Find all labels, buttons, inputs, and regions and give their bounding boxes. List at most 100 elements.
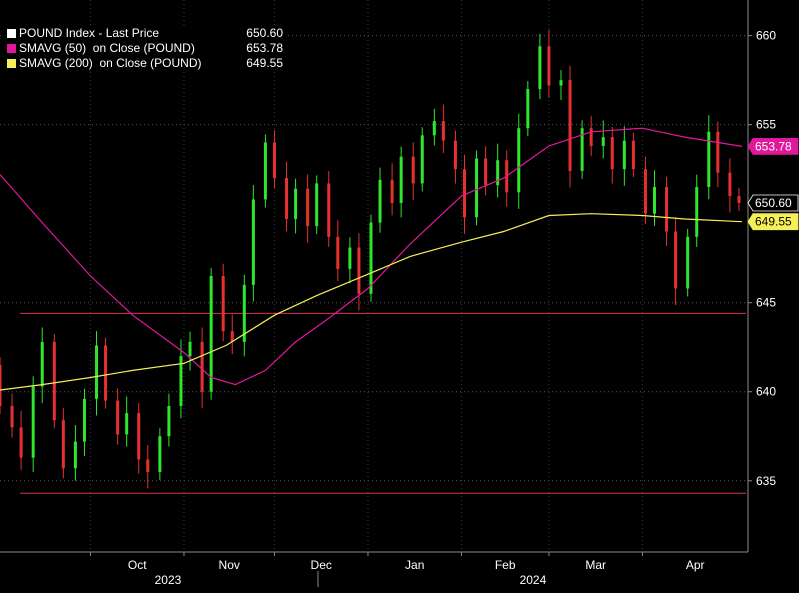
price-chart: 660 655 645 640 635 Oct Nov Dec Jan Feb Mar Apr 202…: [0, 0, 799, 593]
candle-body-69: [728, 172, 732, 196]
x-tick-label-dec: Dec: [311, 558, 332, 572]
candle-body-59: [622, 140, 626, 170]
legend-entry-sma50: SMAVG (50) on Close (POUND) 653.78: [7, 41, 283, 56]
price-tag-2: 649.55: [747, 213, 799, 231]
candle-body-46: [484, 158, 488, 186]
legend-swatch-sma200: [7, 59, 16, 68]
legend-entry-price: POUND Index - Last Price 650.60: [7, 26, 283, 41]
candle-body-12: [125, 413, 129, 435]
candle-body-4: [40, 341, 44, 387]
chart-background: [0, 0, 799, 593]
candle-body-13: [137, 413, 141, 460]
candle-body-29: [306, 188, 310, 227]
x-tick-label-apr: Apr: [686, 558, 705, 572]
x-tick-label-feb: Feb: [495, 558, 516, 572]
candle-body-10: [104, 345, 108, 401]
legend-value-price: 650.60: [246, 26, 283, 40]
x-tick-label-oct: Oct: [128, 558, 147, 572]
candle-body-9: [95, 345, 99, 399]
candle-body-34: [357, 247, 361, 294]
candle-body-45: [475, 158, 479, 218]
candle-body-57: [601, 137, 605, 147]
candle-body-25: [263, 142, 267, 200]
candle-body-15: [158, 436, 162, 472]
price-tag-label-1: 650.60: [755, 196, 792, 210]
candle-body-43: [453, 140, 457, 170]
candle-body-37: [390, 179, 394, 203]
candle-body-52: [547, 46, 551, 86]
year-label-2023: 2023: [155, 573, 182, 587]
legend-label-price: POUND Index - Last Price: [19, 26, 160, 40]
candle-body-24: [251, 199, 255, 285]
candle-body-5: [52, 341, 56, 421]
legend-swatch-sma50: [7, 44, 16, 53]
candle-body-18: [188, 341, 192, 357]
candle-body-16: [167, 405, 171, 437]
y-tick-label-645: 645: [756, 296, 776, 310]
candle-body-53: [559, 80, 563, 86]
candle-body-63: [665, 186, 669, 232]
x-tick-label-nov: Nov: [219, 558, 240, 572]
candle-body-2: [19, 427, 23, 458]
candle-body-41: [432, 121, 436, 136]
legend-value-sma50: 653.78: [246, 41, 283, 55]
candle-body-6: [61, 420, 65, 469]
y-tick-label-640: 640: [756, 385, 776, 399]
year-label-2024: 2024: [520, 573, 547, 587]
candle-body-56: [589, 128, 593, 147]
price-tag-label-0: 653.78: [755, 139, 792, 153]
x-tick-label-mar: Mar: [585, 558, 606, 572]
price-tag-1: 650.60: [747, 194, 799, 212]
price-tag-0: 653.78: [747, 137, 799, 155]
candle-body-39: [411, 156, 415, 184]
x-tick-label-jan: Jan: [405, 558, 424, 572]
candle-body-58: [610, 137, 614, 170]
candle-body-0: [0, 365, 2, 406]
candle-body-35: [369, 222, 373, 294]
candle-body-49: [517, 128, 521, 193]
candle-body-44: [462, 169, 466, 218]
candle-body-38: [399, 156, 403, 203]
candle-body-19: [200, 341, 204, 392]
candle-body-70: [737, 195, 741, 203]
candle-body-42: [441, 121, 445, 141]
candle-body-20: [209, 276, 213, 392]
candle-body-8: [82, 398, 86, 442]
legend-swatch-price: [7, 29, 16, 38]
candle-body-64: [674, 231, 678, 289]
legend-label-sma200: SMAVG (200) on Close (POUND): [19, 56, 202, 70]
candle-body-66: [695, 186, 699, 237]
candle-body-62: [653, 186, 656, 214]
candle-body-36: [378, 179, 382, 223]
candle-body-1: [10, 405, 14, 428]
candle-body-14: [146, 459, 150, 472]
y-tick-label-635: 635: [756, 474, 776, 488]
candle-body-21: [221, 276, 225, 332]
candle-body-30: [315, 183, 319, 227]
candle-body-33: [348, 247, 352, 269]
candle-body-32: [336, 236, 340, 269]
candle-body-60: [631, 140, 635, 170]
candle-body-68: [716, 131, 720, 173]
candle-body-7: [73, 441, 77, 469]
y-tick-label-655: 655: [756, 118, 776, 132]
candle-body-65: [686, 236, 690, 289]
legend-value-sma200: 649.55: [246, 56, 283, 70]
legend: POUND Index - Last Price 650.60 SMAVG (5…: [4, 25, 286, 72]
price-tag-label-2: 649.55: [755, 215, 792, 229]
legend-label-sma50: SMAVG (50) on Close (POUND): [19, 41, 195, 55]
candle-body-50: [526, 89, 530, 129]
candle-body-54: [568, 80, 572, 171]
candle-body-28: [294, 188, 298, 220]
candle-body-27: [285, 178, 289, 220]
candle-body-67: [707, 131, 711, 187]
candle-body-11: [116, 400, 120, 435]
candle-body-26: [272, 142, 276, 179]
legend-entry-sma200: SMAVG (200) on Close (POUND) 649.55: [7, 56, 283, 71]
candle-body-31: [327, 183, 331, 237]
candle-body-3: [31, 386, 35, 458]
candle-body-40: [420, 135, 424, 184]
candle-body-61: [643, 169, 647, 214]
y-tick-label-660: 660: [756, 29, 776, 43]
candle-body-51: [538, 46, 542, 90]
